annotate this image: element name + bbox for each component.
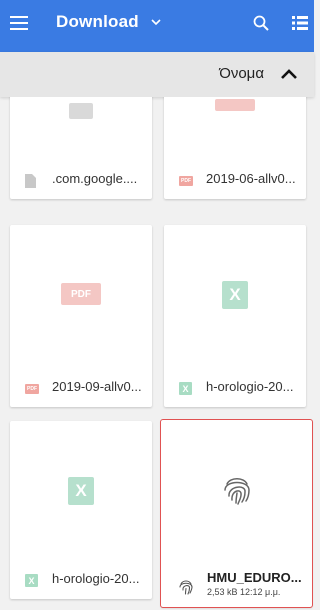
file-card-selected[interactable]: HMU_EDURO... 2,53 kB 12:12 μ.μ. bbox=[160, 419, 313, 608]
file-name: h-orologio-20... bbox=[206, 379, 294, 394]
folder-title: Download bbox=[56, 12, 139, 31]
folder-selector[interactable]: Download bbox=[56, 12, 161, 32]
file-card[interactable]: PDF 2019-06-allv0... bbox=[164, 97, 306, 199]
excel-icon: X bbox=[179, 382, 192, 395]
menu-icon[interactable] bbox=[10, 16, 28, 30]
file-name: h-orologio-20... bbox=[52, 571, 140, 586]
file-name: 2019-09-allv0... bbox=[52, 379, 142, 394]
sort-label[interactable]: Όνομα bbox=[219, 65, 264, 82]
document-thumbnail bbox=[69, 103, 93, 119]
pdf-icon: PDF bbox=[25, 384, 39, 394]
file-card[interactable]: X X h-orologio-20... bbox=[164, 225, 306, 407]
pdf-icon: PDF bbox=[179, 176, 193, 186]
excel-thumbnail: X bbox=[222, 281, 248, 309]
file-card[interactable]: X X h-orologio-20... bbox=[10, 421, 152, 599]
chevron-down-icon bbox=[151, 19, 161, 26]
file-grid: .com.google.... PDF 2019-06-allv0... PDF… bbox=[0, 97, 314, 610]
list-view-icon[interactable] bbox=[292, 16, 308, 30]
chevron-up-icon[interactable] bbox=[280, 68, 298, 80]
file-card[interactable]: PDF PDF 2019-09-allv0... bbox=[10, 225, 152, 407]
file-name: 2019-06-allv0... bbox=[206, 171, 296, 186]
pdf-thumbnail: PDF bbox=[61, 283, 101, 305]
file-name: .com.google.... bbox=[52, 171, 138, 186]
excel-icon: X bbox=[25, 574, 38, 587]
file-name: HMU_EDURO... bbox=[207, 570, 302, 585]
file-card[interactable]: .com.google.... bbox=[10, 97, 152, 199]
fingerprint-thumbnail bbox=[223, 478, 250, 505]
fingerprint-icon bbox=[179, 580, 193, 595]
pdf-thumbnail bbox=[215, 99, 255, 111]
file-meta: 2,53 kB 12:12 μ.μ. bbox=[207, 587, 281, 597]
document-icon bbox=[25, 174, 36, 188]
app-bar: Download bbox=[0, 0, 314, 52]
sort-bar: Όνομα bbox=[0, 52, 314, 97]
search-icon[interactable] bbox=[252, 14, 270, 32]
excel-thumbnail: X bbox=[68, 477, 94, 505]
